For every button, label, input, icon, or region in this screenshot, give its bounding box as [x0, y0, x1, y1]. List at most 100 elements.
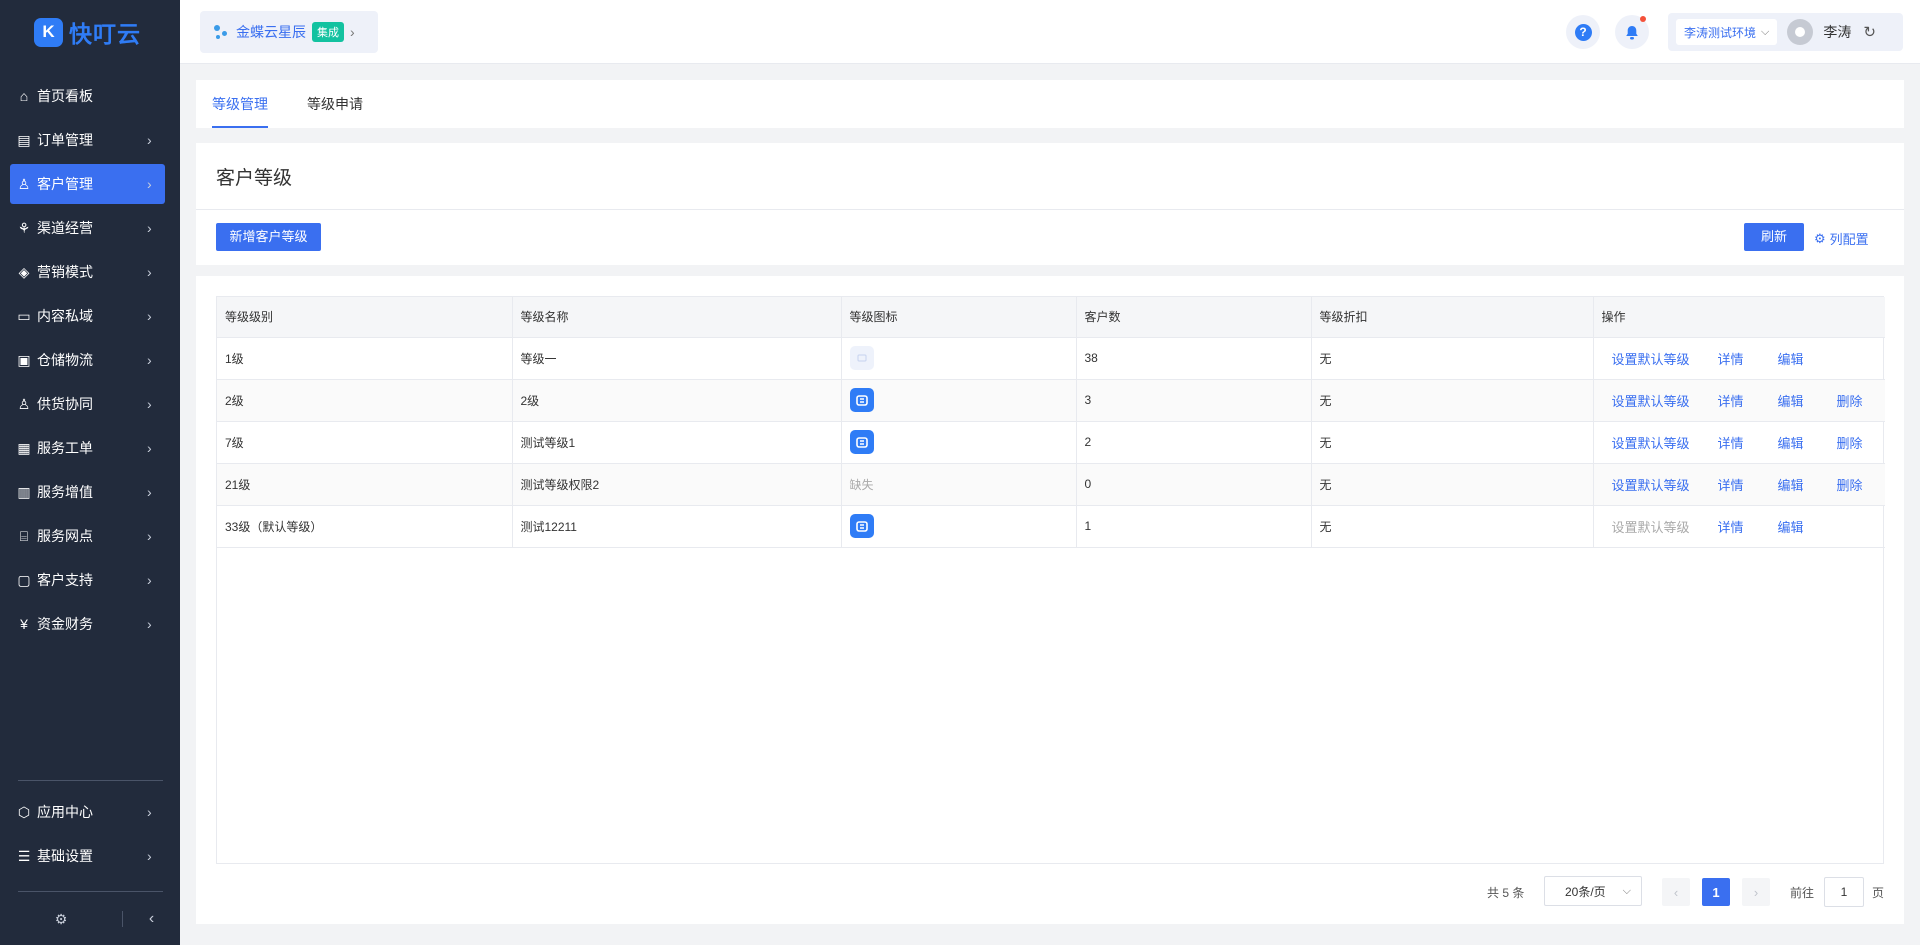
set-default-level-link[interactable]: 设置默认等级: [1602, 349, 1718, 368]
sidebar-item[interactable]: ⌂ 首页看板: [10, 76, 165, 116]
sidebar-item[interactable]: ▤ 订单管理 ›: [10, 120, 165, 160]
avatar[interactable]: [1787, 19, 1814, 45]
sidebar-item[interactable]: ▭ 内容私域 ›: [10, 296, 165, 336]
icon-cell: [841, 337, 1077, 380]
level-badge-icon: [849, 514, 874, 538]
collapse-sidebar-icon[interactable]: ‹: [123, 910, 180, 928]
customer-count-cell: 38: [1076, 337, 1312, 380]
set-default-level-link[interactable]: 设置默认等级: [1602, 433, 1718, 452]
sidebar-item-label: 应用中心: [37, 804, 93, 820]
goto-page-input[interactable]: [1824, 877, 1864, 907]
sidebar-item[interactable]: ▢ 客户支持 ›: [10, 560, 165, 600]
header-divider: [196, 209, 1904, 210]
sidebar-item[interactable]: ☰ 基础设置 ›: [10, 836, 165, 876]
sidebar-item[interactable]: ♙ 客户管理 ›: [10, 164, 165, 204]
table-card: 等级级别 等级名称 等级图标 客户数 等级折扣 操作 1级 等级一 38 无设置默认等…: [196, 276, 1904, 924]
notification-button[interactable]: [1615, 15, 1649, 49]
column-header[interactable]: 等级折扣: [1311, 297, 1594, 338]
menu-icon: ♙: [17, 175, 31, 192]
brand[interactable]: K 快叮云: [0, 0, 180, 64]
delete-link[interactable]: 删除: [1837, 433, 1863, 452]
edit-link[interactable]: 编辑: [1778, 433, 1837, 452]
page-size-label: 20条/页: [1565, 884, 1606, 899]
tab-level-application[interactable]: 等级申请: [307, 80, 363, 128]
refresh-button[interactable]: 刷新: [1744, 223, 1804, 251]
sidebar-item[interactable]: ▥ 服务增值 ›: [10, 472, 165, 512]
sidebar-item[interactable]: ♙ 供货协同 ›: [10, 384, 165, 424]
detail-link[interactable]: 详情: [1718, 391, 1778, 410]
topbar: 金蝶云星辰 集成 › ? 李涛测试环境 ⌵ 李涛 ↻: [180, 0, 1920, 64]
set-default-level-link[interactable]: 设置默认等级: [1602, 475, 1718, 494]
user-name[interactable]: 李涛: [1823, 22, 1851, 42]
page-number-button[interactable]: 1: [1702, 878, 1730, 906]
sidebar-item-label: 服务工单: [37, 440, 93, 456]
actions-cell: 设置默认等级 详情 编辑 删除: [1593, 463, 1885, 506]
delete-link[interactable]: 删除: [1837, 391, 1863, 410]
column-header[interactable]: 等级图标: [841, 297, 1077, 338]
table-row[interactable]: 1级 等级一 38 无设置默认等级 详情 编辑: [217, 337, 1885, 380]
add-level-button[interactable]: 新增客户等级: [216, 223, 321, 251]
user-box: 李涛测试环境 ⌵ 李涛 ↻: [1668, 13, 1903, 51]
level-cell: 2级: [217, 379, 513, 422]
menu-icon: ¥: [20, 616, 28, 632]
sidebar-item[interactable]: ◈ 营销模式 ›: [10, 252, 165, 292]
tab-level-management[interactable]: 等级管理: [212, 80, 268, 128]
env-name: 李涛测试环境: [1684, 25, 1757, 40]
prev-page-button[interactable]: ‹: [1662, 878, 1690, 906]
level-cell: 33级（默认等级）: [217, 505, 513, 548]
chevron-right-icon: ›: [147, 264, 152, 280]
sidebar-item-label: 内容私域: [37, 308, 93, 324]
actions-cell: 设置默认等级 详情 编辑 删除: [1593, 379, 1885, 422]
env-select[interactable]: 李涛测试环境 ⌵: [1676, 19, 1778, 45]
sidebar-item[interactable]: ⚘ 渠道经营 ›: [10, 208, 165, 248]
name-cell: 2级: [512, 379, 842, 422]
column-config-button[interactable]: ⚙ 列配置: [1814, 229, 1869, 248]
sidebar-item-label: 服务增值: [37, 484, 93, 500]
sidebar-item-label: 首页看板: [37, 88, 93, 104]
settings-icon[interactable]: ⚙: [0, 911, 122, 928]
integration-dots-icon: [214, 23, 230, 41]
edit-link[interactable]: 编辑: [1778, 517, 1837, 536]
table-row[interactable]: 33级（默认等级） 测试12211 1 无 设置默认等级 详情 编辑: [217, 505, 1885, 548]
table-row[interactable]: 2级 2级 3 无设置默认等级 详情 编辑 删除: [217, 379, 1885, 422]
sidebar-item[interactable]: ⌸ 服务网点 ›: [10, 516, 165, 556]
detail-link[interactable]: 详情: [1718, 349, 1778, 368]
sidebar-item[interactable]: ▣ 仓储物流 ›: [10, 340, 165, 380]
chevron-right-icon: ›: [147, 528, 152, 544]
column-header[interactable]: 客户数: [1076, 297, 1312, 338]
sidebar-item[interactable]: ⬡ 应用中心 ›: [10, 792, 165, 832]
sidebar: K 快叮云 ⌂ 首页看板 ▤ 订单管理 › ♙ 客户管理 › ⚘ 渠道经营 › ◈ 营销模式 › ▭ 内容私域…: [0, 0, 180, 945]
sidebar-item[interactable]: ▦ 服务工单 ›: [10, 428, 165, 468]
detail-link[interactable]: 详情: [1718, 475, 1778, 494]
column-header[interactable]: 等级级别: [217, 297, 513, 338]
column-header[interactable]: 等级名称: [512, 297, 842, 338]
edit-link[interactable]: 编辑: [1778, 391, 1837, 410]
sidebar-item-label: 资金财务: [37, 616, 93, 632]
integration-switch[interactable]: 金蝶云星辰 集成 ›: [200, 11, 378, 53]
menu-icon: ▭: [17, 307, 31, 324]
help-button[interactable]: ?: [1566, 15, 1600, 49]
sidebar-divider: [18, 891, 163, 892]
edit-link[interactable]: 编辑: [1778, 475, 1837, 494]
reload-icon[interactable]: ↻: [1863, 23, 1876, 41]
sidebar-item[interactable]: ¥ 资金财务 ›: [10, 604, 165, 644]
chevron-right-icon: ›: [147, 616, 152, 632]
delete-link[interactable]: 删除: [1837, 475, 1863, 494]
detail-link[interactable]: 详情: [1718, 517, 1778, 536]
level-cell: 21级: [217, 463, 513, 506]
discount-cell: 无: [1311, 337, 1594, 380]
table-header-row: 等级级别 等级名称 等级图标 客户数 等级折扣 操作: [217, 297, 1885, 338]
chevron-down-icon: ⌵: [1761, 25, 1770, 38]
level-badge-icon: [849, 388, 874, 412]
table-row[interactable]: 21级 测试等级权限2 缺失 0 无设置默认等级 详情 编辑 删除: [217, 463, 1885, 506]
customer-count-cell: 2: [1076, 421, 1312, 464]
menu-icon: ♙: [17, 395, 31, 412]
table-row[interactable]: 7级 测试等级1 2 无设置默认等级 详情 编辑 删除: [217, 421, 1885, 464]
edit-link[interactable]: 编辑: [1778, 349, 1837, 368]
page-size-select[interactable]: 20条/页 ⌵: [1544, 876, 1642, 906]
detail-link[interactable]: 详情: [1718, 433, 1778, 452]
chevron-right-icon: ›: [147, 440, 152, 456]
set-default-level-link[interactable]: 设置默认等级: [1602, 391, 1718, 410]
next-page-button[interactable]: ›: [1742, 878, 1770, 906]
help-icon: ?: [1574, 23, 1592, 41]
